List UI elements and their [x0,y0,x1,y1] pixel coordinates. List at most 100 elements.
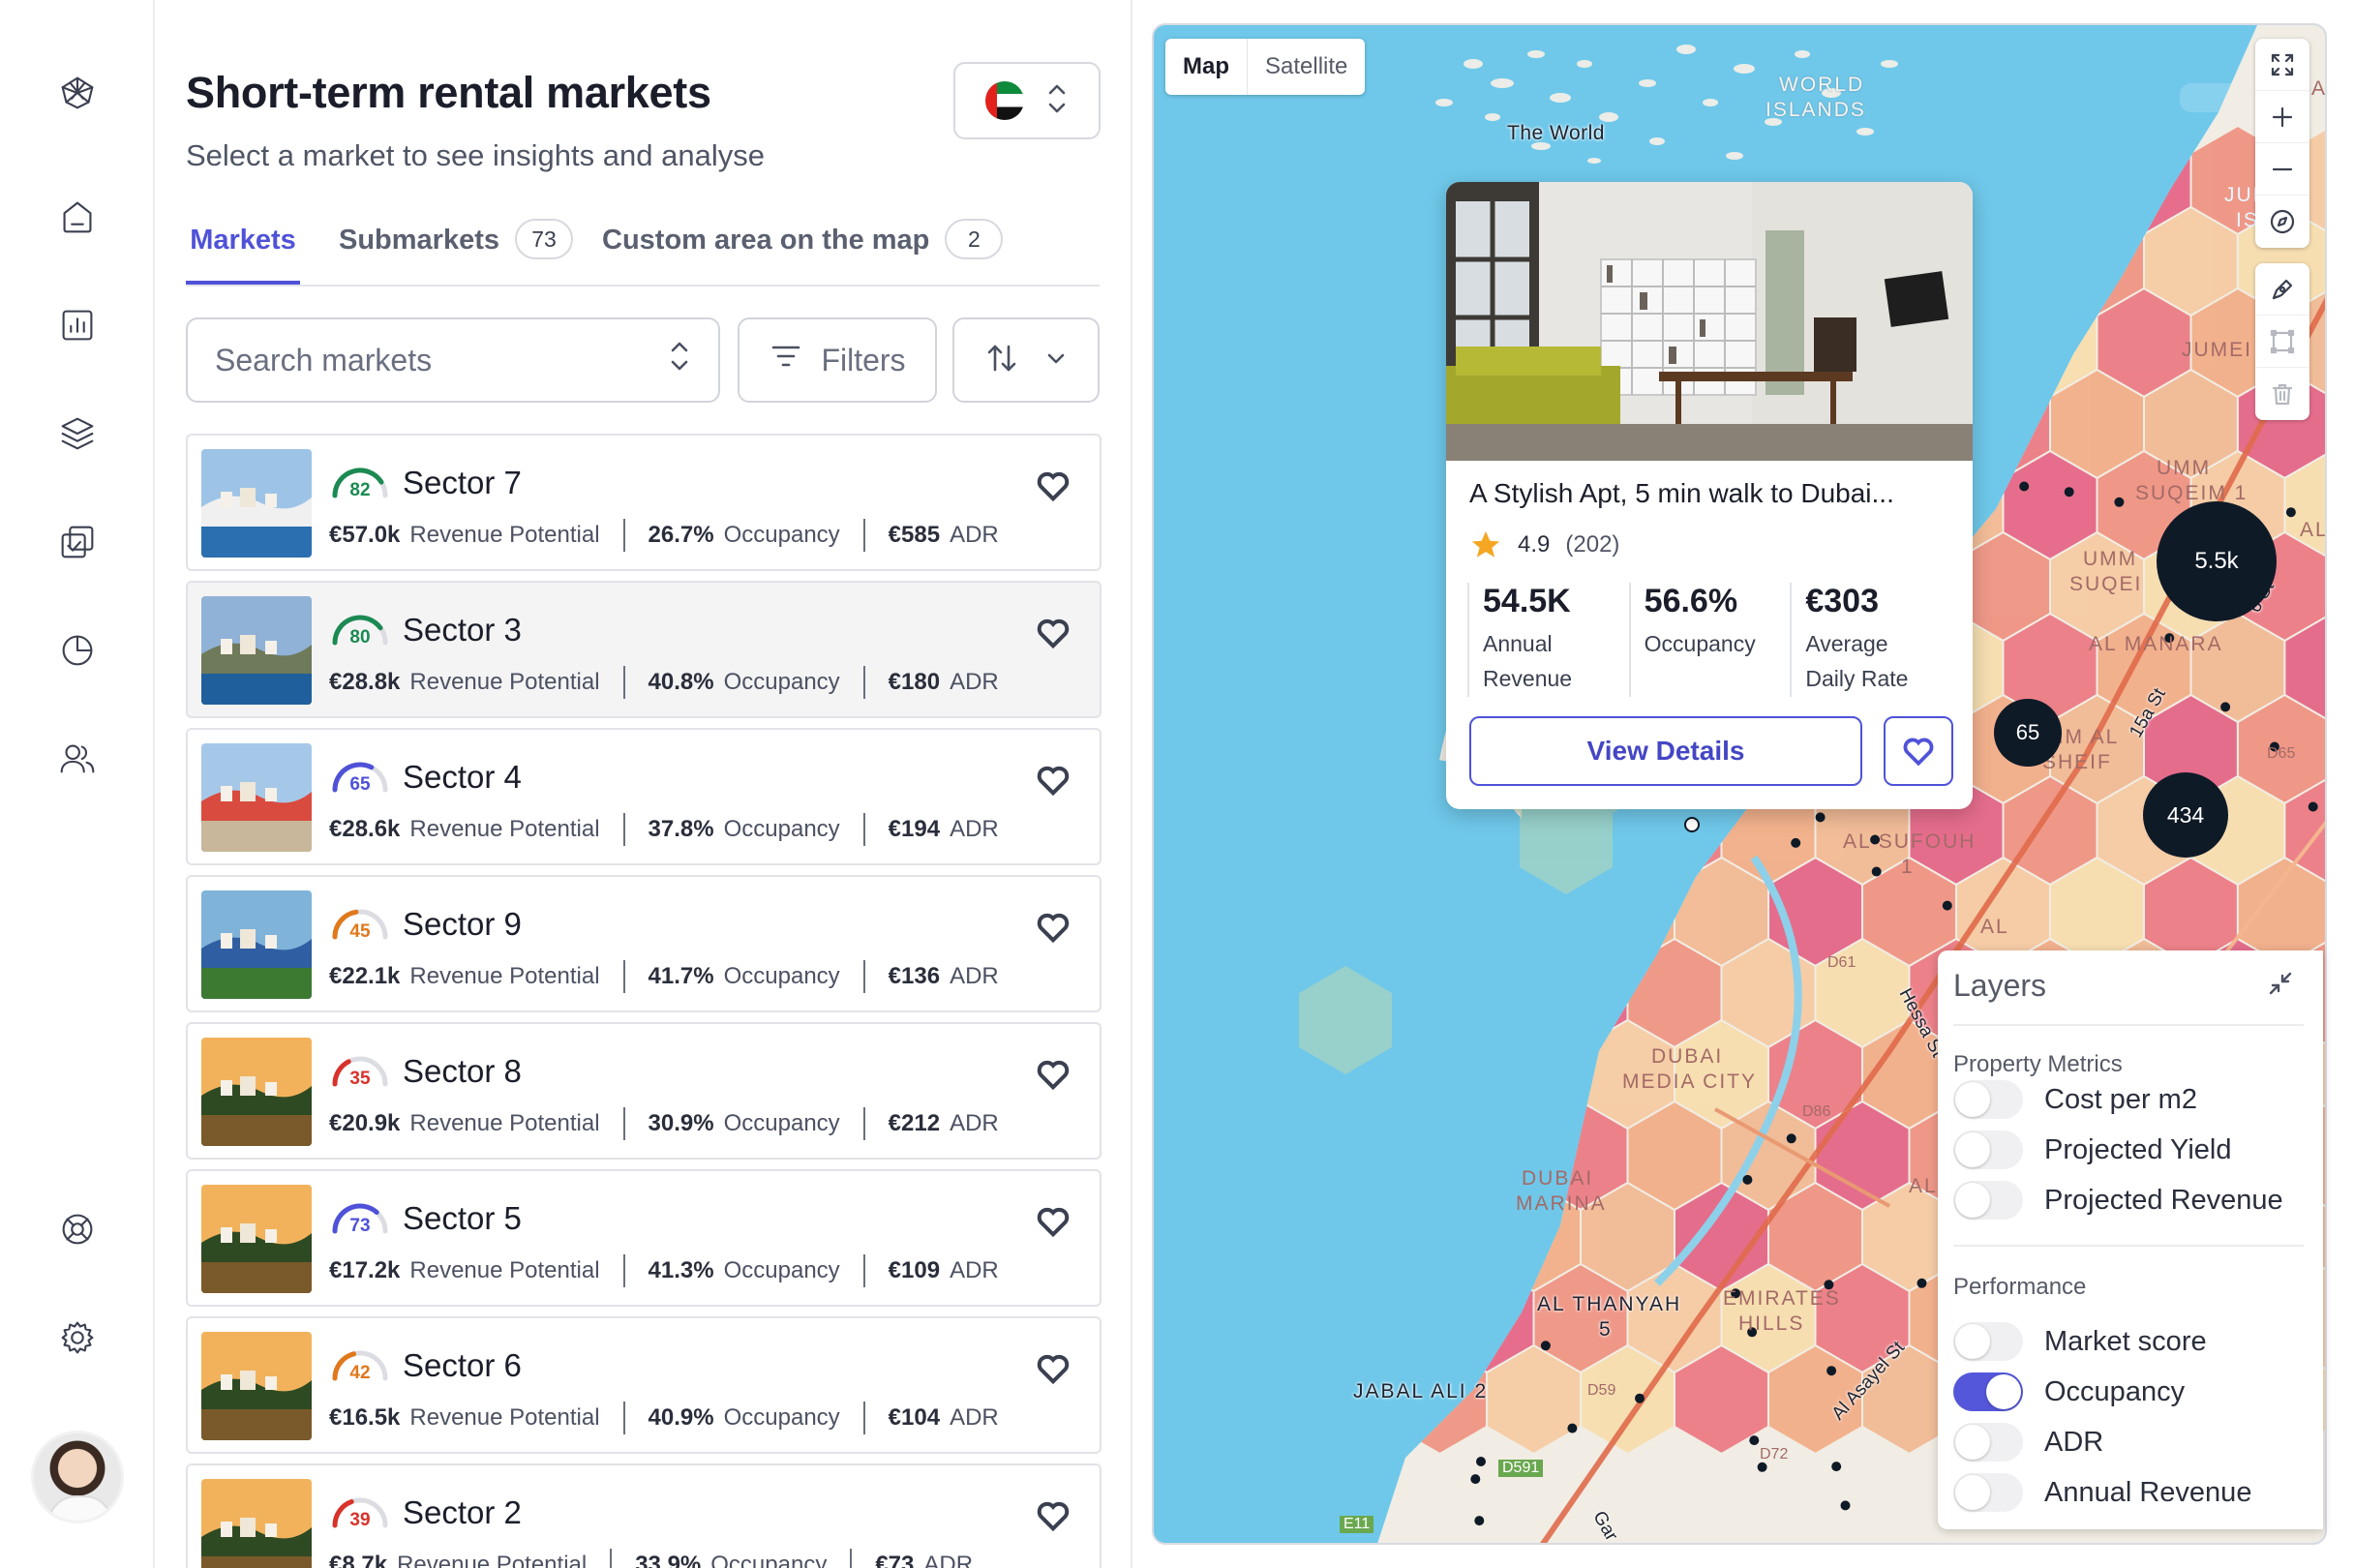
listing-point[interactable] [1791,837,1801,848]
trash-icon[interactable] [2255,368,2309,420]
stat-average-daily-rate: €303 Average Daily Rate [1790,583,1951,697]
listing-point[interactable] [1871,866,1882,877]
listing-point[interactable] [1567,1423,1578,1433]
toggle-switch[interactable] [1953,1423,2023,1462]
country-selector[interactable] [953,62,1101,139]
layer-toggle-row[interactable]: Occupancy [1953,1372,2185,1411]
heat-hexagon [1376,774,1441,887]
listing-point[interactable] [1474,1516,1485,1526]
toggle-switch[interactable] [1953,1322,2023,1361]
market-card[interactable]: 42 Sector 6 €16.5k Revenue Potential 40.9% Oc… [186,1316,1102,1454]
toggle-switch[interactable] [1953,1181,2023,1220]
listing-point[interactable] [2019,481,2030,492]
listing-point[interactable] [1635,1393,1645,1403]
pie-chart-icon[interactable] [48,621,106,679]
home-icon[interactable] [48,188,106,246]
map-cluster-marker[interactable]: 434 [2143,772,2228,858]
layer-toggle-row[interactable]: Projected Yield [1953,1131,2231,1169]
market-card[interactable]: 39 Sector 2 €8.7k Revenue Potential 33.9% Occ… [186,1463,1102,1568]
listing-point[interactable] [2064,487,2074,498]
copy-check-icon[interactable] [48,513,106,571]
map-cluster-marker[interactable]: 5.5k [2157,501,2277,621]
toggle-switch[interactable] [1953,1473,2023,1512]
listing-point[interactable] [1749,1435,1760,1446]
draw-pen-icon[interactable] [2255,263,2309,316]
layer-toggle-row[interactable]: Projected Revenue [1953,1181,2283,1220]
listing-point[interactable] [1470,1474,1481,1485]
filters-button[interactable]: Filters [738,317,937,403]
listing-point[interactable] [1916,1278,1927,1288]
favorite-button[interactable] [1032,1053,1074,1096]
collapse-icon[interactable] [2265,968,2304,1007]
toggle-switch[interactable] [1953,1372,2023,1411]
listing-point[interactable] [1757,1462,1767,1472]
bar-chart-icon[interactable] [48,296,106,354]
adr-value: €104 [888,1404,941,1431]
occupancy-label: Occupancy [723,1110,840,1136]
favorite-button[interactable] [1032,906,1074,949]
market-card[interactable]: 65 Sector 4 €28.6k Revenue Potential 37.8% Oc… [186,728,1102,865]
layer-toggle-row[interactable]: ADR [1953,1423,2103,1462]
view-details-button[interactable]: View Details [1469,716,1862,786]
map-type-satellite-button[interactable]: Satellite [1248,39,1365,95]
layer-toggle-row[interactable]: Market score [1953,1322,2207,1361]
favorite-button[interactable] [1032,1200,1074,1243]
draw-polygon-icon[interactable] [2255,316,2309,368]
revenue-label: Revenue Potential [409,963,600,989]
listing-point[interactable] [1786,1133,1796,1144]
toggle-switch[interactable] [1953,1080,2023,1119]
heat-hexagon [1252,1264,1346,1372]
listing-point[interactable] [2220,702,2231,712]
zoom-out-icon[interactable] [2255,143,2309,196]
favorite-button[interactable] [1032,465,1074,507]
favorite-button[interactable] [1032,759,1074,801]
fullscreen-icon[interactable] [2255,39,2309,91]
layer-toggle-row[interactable]: Cost per m2 [1953,1080,2197,1119]
listing-point[interactable] [1840,1500,1851,1511]
market-card[interactable]: 73 Sector 5 €17.2k Revenue Potential 41.3% Oc… [186,1169,1102,1307]
user-avatar[interactable] [31,1431,124,1523]
map-type-map-button[interactable]: Map [1165,39,1248,95]
layers-icon[interactable] [48,405,106,463]
listing-point[interactable] [1476,1457,1486,1466]
compass-icon[interactable] [2255,196,2309,248]
tab-submarkets[interactable]: Submarkets 73 [339,219,574,285]
favorite-button[interactable] [1032,612,1074,654]
tab-markets[interactable]: Markets [186,225,300,285]
market-card[interactable]: 45 Sector 9 €22.1k Revenue Potential 41.7% Oc… [186,875,1102,1012]
market-card[interactable]: 82 Sector 7 €57.0k Revenue Potential 26.7% Oc… [186,434,1102,571]
listing-point[interactable] [1826,1366,1837,1376]
favorite-button[interactable] [1032,1494,1074,1537]
toggle-switch[interactable] [1953,1131,2023,1169]
help-lifebuoy-icon[interactable] [48,1200,106,1258]
layer-label: Occupancy [2044,1375,2186,1407]
listing-point[interactable] [1831,1462,1842,1472]
sort-button[interactable] [952,317,1100,403]
stat-label: Annual [1483,631,1553,656]
listing-point[interactable] [2114,497,2125,507]
divider [862,1402,865,1434]
property-rating: 4.9 (202) [1469,528,1619,561]
search-markets-select[interactable]: Search markets [186,317,720,403]
listing-point[interactable] [2285,507,2296,518]
market-stats: €57.0k Revenue Potential 26.7% Occupancy €58… [329,519,999,552]
market-card[interactable]: 35 Sector 8 €20.9k Revenue Potential 30.9% Oc… [186,1022,1102,1160]
listing-point[interactable] [1815,812,1826,823]
listing-point[interactable] [1942,900,1952,911]
map-cluster-marker[interactable]: 65 [1994,699,2062,767]
layer-toggle-row[interactable]: Annual Revenue [1953,1473,2251,1512]
users-icon[interactable] [48,730,106,788]
divider [850,1549,853,1568]
market-card[interactable]: 80 Sector 3 €28.8k Revenue Potential 40.8% Oc… [186,581,1102,718]
revenue-label: Revenue Potential [409,522,600,548]
tab-custom-area[interactable]: Custom area on the map 2 [602,219,1004,285]
listing-point[interactable] [2308,801,2318,812]
divider [622,519,625,552]
zoom-in-icon[interactable] [2255,91,2309,143]
favorite-button[interactable] [1032,1347,1074,1390]
listing-point[interactable] [1540,1341,1551,1351]
logo-icon[interactable] [48,64,106,122]
settings-gear-icon[interactable] [48,1309,106,1367]
favorite-button[interactable] [1884,716,1953,786]
listing-point[interactable] [1742,1174,1753,1185]
